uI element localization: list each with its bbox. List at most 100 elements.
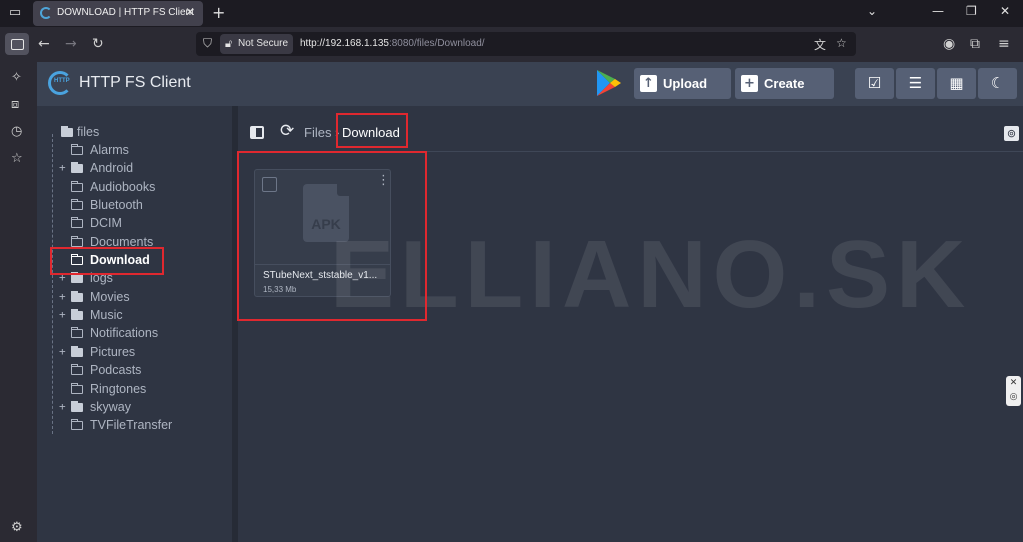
insecure-lock-icon: 🔓︎ (225, 37, 233, 50)
tab-favicon-icon (40, 7, 52, 19)
grid-view-icon[interactable]: ▦ (937, 68, 976, 99)
tree-item-label: Pictures (90, 345, 136, 359)
folder-icon (71, 327, 83, 338)
file-type-label: APK (311, 216, 341, 232)
folder-icon (71, 162, 83, 173)
history-icon[interactable]: ◷ (11, 124, 22, 139)
upload-button[interactable]: ↑ Upload (634, 68, 731, 99)
app-header: HTTP HTTP FS Client ↑ Upload + Create ☑ … (37, 62, 1023, 106)
folder-tree: files Alarms + Android Audiobooks Blueto… (37, 112, 232, 542)
settings-gear-icon[interactable]: ⚙ (11, 520, 23, 535)
extensions-icon[interactable]: ⧉ (970, 36, 980, 52)
file-name: STubeNext_ststable_v1... (263, 270, 378, 281)
widget-close-icon[interactable]: ✕ (1006, 376, 1021, 390)
tree-item-label: TVFileTransfer (90, 418, 173, 432)
url-bar[interactable]: ⛉ 🔓︎ Not Secure http://192.168.1.135:808… (196, 32, 856, 56)
tree-guide-line (52, 134, 53, 434)
tree-item-label: logs (90, 271, 113, 285)
reload-icon[interactable]: ↻ (92, 36, 104, 52)
folder-icon (71, 254, 83, 265)
upload-label: Upload (663, 76, 708, 91)
browser-titlebar: ▭ DOWNLOAD | HTTP FS Client ✕ + ⌄ — ❐ ✕ (0, 0, 1023, 27)
app: HTTP HTTP FS Client ↑ Upload + Create ☑ … (37, 62, 1023, 542)
folder-icon (71, 309, 83, 320)
floating-widget[interactable]: ✕ ◎ (1006, 376, 1021, 406)
expand-plus-icon[interactable]: + (59, 271, 69, 284)
folder-icon (71, 181, 83, 192)
account-icon[interactable]: ◉ (943, 36, 955, 52)
apk-file-icon: APK (303, 184, 349, 242)
widget-app-icon[interactable]: ◎ (1006, 390, 1021, 404)
refresh-icon[interactable]: ⟳ (280, 121, 294, 141)
folder-icon (71, 291, 83, 302)
folder-icon (71, 401, 83, 412)
folder-icon (71, 272, 83, 283)
new-tab-icon[interactable]: + (212, 3, 225, 22)
tree-item-label: Alarms (90, 143, 129, 157)
google-play-icon[interactable] (593, 68, 623, 98)
not-secure-badge[interactable]: 🔓︎ Not Secure (220, 34, 294, 54)
forward-icon[interactable]: → (65, 36, 77, 52)
toggle-panel-icon[interactable] (250, 126, 264, 139)
folder-icon (71, 144, 83, 155)
synced-tabs-icon[interactable]: ⧈ (11, 97, 19, 112)
bookmark-star-icon[interactable]: ☆ (836, 36, 847, 50)
create-button[interactable]: + Create (735, 68, 834, 99)
breadcrumb-separator: › (335, 125, 340, 140)
rss-feed-icon[interactable]: ⊚ (1004, 126, 1019, 141)
tree-item-label: Documents (90, 235, 154, 249)
tree-item-label: Music (90, 308, 123, 322)
tab-list-icon[interactable]: ▭ (7, 5, 23, 21)
tree-item-label: Download (90, 253, 150, 267)
not-secure-label: Not Secure (238, 38, 289, 49)
tree-root-label: files (77, 125, 100, 139)
folder-icon (71, 364, 83, 375)
url-text[interactable]: http://192.168.1.135:8080/files/Download… (300, 38, 485, 49)
breadcrumb-files[interactable]: Files (304, 125, 331, 140)
folder-icon (71, 199, 83, 210)
expand-plus-icon[interactable]: + (59, 400, 69, 413)
tracking-shield-icon[interactable]: ⛉ (203, 36, 212, 51)
url-host: http://192.168.1.135 (300, 38, 389, 49)
ai-sparkle-icon[interactable]: ✧ (11, 70, 22, 85)
file-size: 15,33 Mb (263, 285, 297, 294)
folder-icon (71, 419, 83, 430)
expand-plus-icon[interactable]: + (59, 161, 69, 174)
tree-item-label: Android (90, 161, 134, 175)
dark-mode-moon-icon[interactable]: ☾ (978, 68, 1017, 99)
folder-icon (71, 236, 83, 247)
tree-item-label: Audiobooks (90, 180, 156, 194)
sort-filter-icon[interactable]: ☰ (896, 68, 935, 99)
back-icon[interactable]: ← (38, 36, 50, 52)
tab-overflow-chevron-icon[interactable]: ⌄ (867, 4, 877, 18)
window-close-icon[interactable]: ✕ (1000, 4, 1010, 18)
folder-icon (71, 383, 83, 394)
expand-plus-icon[interactable]: + (59, 290, 69, 303)
restore-icon[interactable]: ❐ (966, 4, 977, 18)
tree-item-label: DCIM (90, 216, 122, 230)
tab-close-icon[interactable]: ✕ (185, 5, 195, 19)
browser-sidebar: ✧ ⧈ ◷ ☆ ⚙ (0, 62, 37, 542)
browser-navbar: ← → ↻ ⛉ 🔓︎ Not Secure http://192.168.1.1… (0, 27, 1023, 62)
browser-tab[interactable]: DOWNLOAD | HTTP FS Client ✕ (33, 1, 203, 26)
expand-plus-icon[interactable]: + (59, 308, 69, 321)
file-card[interactable]: ⋮ APK STubeNext_ststable_v1... 15,33 Mb (254, 169, 391, 297)
sidebar-toggle-icon[interactable] (5, 33, 29, 55)
minimize-icon[interactable]: — (932, 4, 944, 18)
folder-icon (61, 126, 73, 137)
menu-icon[interactable]: ≡ (998, 36, 1010, 52)
tree-item-label: Podcasts (90, 363, 142, 377)
file-select-checkbox[interactable] (262, 177, 277, 192)
tree-item-label: Notifications (90, 326, 159, 340)
create-plus-icon: + (741, 75, 758, 92)
select-checkbox-icon[interactable]: ☑ (855, 68, 894, 99)
upload-icon: ↑ (640, 75, 657, 92)
more-options-icon[interactable]: ⋮ (377, 174, 390, 187)
tab-title: DOWNLOAD | HTTP FS Client (57, 7, 194, 18)
app-logo-icon: HTTP (48, 71, 72, 95)
bookmarks-star-icon[interactable]: ☆ (11, 151, 23, 166)
expand-plus-icon[interactable]: + (59, 345, 69, 358)
translate-icon[interactable]: 文 (814, 36, 826, 53)
create-label: Create (764, 76, 805, 91)
breadcrumb-current: Download (342, 125, 400, 140)
